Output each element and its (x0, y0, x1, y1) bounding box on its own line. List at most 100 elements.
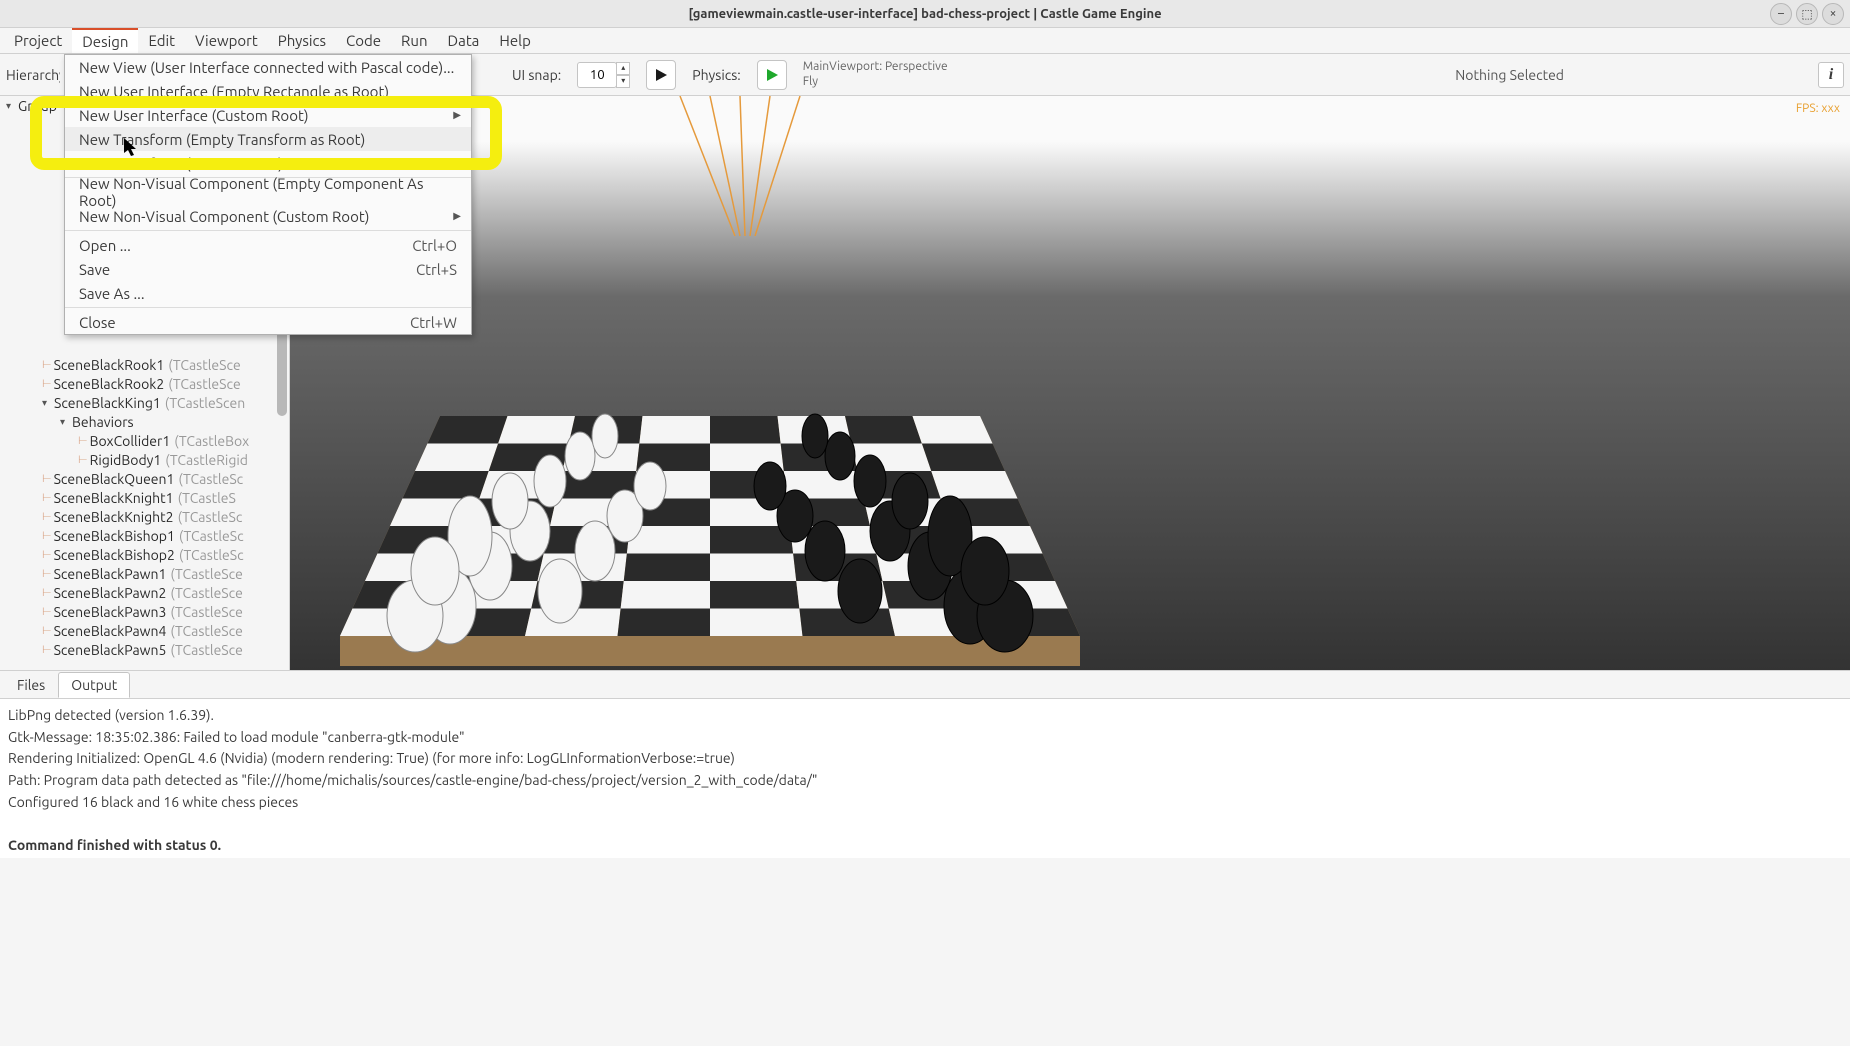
menu-shortcut: Ctrl+S (416, 261, 457, 278)
tree-row[interactable]: ⊢SceneBlackPawn3(TCastleSce (6, 602, 289, 621)
tree-row[interactable]: ▾Behaviors (6, 412, 289, 431)
menu-item[interactable]: Open ...Ctrl+O (65, 233, 471, 257)
output-line: Command finished with status 0. (8, 835, 1842, 857)
tree-row[interactable]: ▾SceneBlackKing1(TCastleScen (6, 393, 289, 412)
submenu-arrow-icon: ▶ (453, 157, 461, 169)
tree-row[interactable]: ⊢SceneBlackPawn4(TCastleSce (6, 621, 289, 640)
menu-help[interactable]: Help (489, 29, 540, 52)
tree-item-name: SceneBlackBishop1 (54, 528, 175, 544)
tree-item-type: (TCastleSc (179, 528, 244, 544)
tree-item-name: SceneBlackRook2 (54, 376, 165, 392)
tree-row[interactable]: ⊢RigidBody1(TCastleRigid (6, 450, 289, 469)
menu-item[interactable]: SaveCtrl+S (65, 257, 471, 281)
caret-down-icon[interactable]: ▾ (6, 100, 18, 112)
menu-item-label: Close (79, 314, 116, 331)
play-green-icon (765, 68, 779, 82)
tree-branch-icon: ⊢ (42, 605, 52, 618)
ui-snap-spinner[interactable]: ▴ ▾ (577, 62, 630, 88)
tree-item-type: (TCastleSce (170, 585, 242, 601)
tree-branch-icon: ⊢ (42, 624, 52, 637)
tree-root-label: Group (18, 98, 57, 114)
physics-label: Physics: (692, 67, 740, 83)
ui-snap-input[interactable] (577, 62, 617, 88)
tree-row[interactable]: ⊢SceneBlackKnight1(TCastleS (6, 488, 289, 507)
tree-item-type: (TCastleSce (170, 623, 242, 639)
tree-branch-icon: ⊢ (42, 529, 52, 542)
selection-status: Nothing Selected (1455, 67, 1564, 83)
menu-separator (65, 307, 471, 308)
menu-code[interactable]: Code (336, 29, 391, 52)
menu-item[interactable]: New Transform (Custom Root)▶ (65, 151, 471, 175)
tree-item-name: SceneBlackKing1 (54, 395, 161, 411)
tree-row[interactable]: ⊢BoxCollider1(TCastleBox (6, 431, 289, 450)
tree-branch-icon: ⊢ (42, 510, 52, 523)
tree-item-name: SceneBlackPawn2 (54, 585, 167, 601)
snap-up-icon[interactable]: ▴ (616, 62, 630, 75)
viewport-mode-status: MainViewport: Perspective Fly (803, 60, 948, 89)
tab-files[interactable]: Files (4, 672, 58, 698)
menu-data[interactable]: Data (438, 29, 490, 52)
minimize-button[interactable]: – (1770, 3, 1792, 25)
menu-item[interactable]: New Non-Visual Component (Custom Root)▶ (65, 204, 471, 228)
tree-row[interactable]: ⊢SceneBlackBishop2(TCastleSc (6, 545, 289, 564)
menu-viewport[interactable]: Viewport (185, 29, 268, 52)
tree-row[interactable]: ⊢SceneBlackBishop1(TCastleSc (6, 526, 289, 545)
menu-item[interactable]: New View (User Interface connected with … (65, 55, 471, 79)
menu-separator (65, 230, 471, 231)
tree-branch-icon: ⊢ (42, 377, 52, 390)
design-menu-dropdown: New View (User Interface connected with … (64, 54, 472, 335)
tree-row[interactable]: ⊢SceneBlackRook1(TCastleSce (6, 355, 289, 374)
play-button[interactable] (646, 60, 676, 90)
viewport-3d[interactable]: FPS: xxx (290, 96, 1850, 670)
close-button[interactable]: × (1822, 3, 1844, 25)
physics-play-button[interactable] (757, 60, 787, 90)
tree-item-name: SceneBlackKnight1 (54, 490, 174, 506)
tree-item-name: SceneBlackQueen1 (54, 471, 175, 487)
window-controls: – ⬚ × (1770, 3, 1844, 25)
tree-row[interactable]: ⊢SceneBlackKnight2(TCastleSc (6, 507, 289, 526)
tree-branch-icon: ⊢ (78, 453, 88, 466)
tree-item-name: SceneBlackPawn5 (54, 642, 167, 658)
tree-item-name: SceneBlackBishop2 (54, 547, 175, 563)
tree-row[interactable]: ⊢SceneBlackPawn2(TCastleSce (6, 583, 289, 602)
tree-item-name: SceneBlackKnight2 (54, 509, 174, 525)
snap-down-icon[interactable]: ▾ (616, 75, 630, 88)
menu-item-label: New User Interface (Custom Root) (79, 107, 309, 124)
caret-icon[interactable]: ▾ (60, 416, 72, 428)
output-line (8, 813, 1842, 835)
tree-item-name: Behaviors (72, 414, 134, 430)
tree-row[interactable]: ⊢SceneBlackPawn1(TCastleSce (6, 564, 289, 583)
viewport-mode-line2: Fly (803, 75, 948, 89)
menu-item[interactable]: New Transform (Empty Transform as Root) (65, 127, 471, 151)
viewport-mode-line1: MainViewport: Perspective (803, 60, 948, 74)
menu-item[interactable]: New User Interface (Empty Rectangle as R… (65, 79, 471, 103)
menu-item-label: New User Interface (Empty Rectangle as R… (79, 83, 389, 100)
menu-design[interactable]: Design (72, 28, 138, 53)
menu-item[interactable]: New User Interface (Custom Root)▶ (65, 103, 471, 127)
menu-shortcut: Ctrl+W (410, 314, 457, 331)
tab-output[interactable]: Output (58, 672, 130, 698)
tree-item-name: SceneBlackRook1 (54, 357, 165, 373)
play-icon (654, 68, 668, 82)
menu-item-label: New Transform (Empty Transform as Root) (79, 131, 365, 148)
menu-edit[interactable]: Edit (138, 29, 185, 52)
fps-counter: FPS: xxx (1796, 102, 1840, 115)
menubar: ProjectDesignEditViewportPhysicsCodeRunD… (0, 28, 1850, 54)
menu-run[interactable]: Run (391, 29, 437, 52)
caret-icon[interactable]: ▾ (42, 397, 54, 409)
tree-branch-icon: ⊢ (42, 567, 52, 580)
menu-item[interactable]: New Non-Visual Component (Empty Componen… (65, 180, 471, 204)
tree-item-name: SceneBlackPawn4 (54, 623, 167, 639)
tree-row[interactable]: ⊢SceneBlackRook2(TCastleSce (6, 374, 289, 393)
menu-item[interactable]: Save As ... (65, 281, 471, 305)
info-button[interactable]: i (1818, 62, 1844, 88)
output-line: Path: Program data path detected as "fil… (8, 770, 1842, 792)
tree-item-type: (TCastleSce (170, 642, 242, 658)
menu-physics[interactable]: Physics (268, 29, 336, 52)
tree-row[interactable]: ⊢SceneBlackQueen1(TCastleSc (6, 469, 289, 488)
menu-project[interactable]: Project (4, 29, 72, 52)
menu-item[interactable]: Close Ctrl+W (65, 310, 471, 334)
maximize-button[interactable]: ⬚ (1796, 3, 1818, 25)
menu-item-label: New Non-Visual Component (Custom Root) (79, 208, 369, 225)
tree-row[interactable]: ⊢SceneBlackPawn5(TCastleSce (6, 640, 289, 659)
